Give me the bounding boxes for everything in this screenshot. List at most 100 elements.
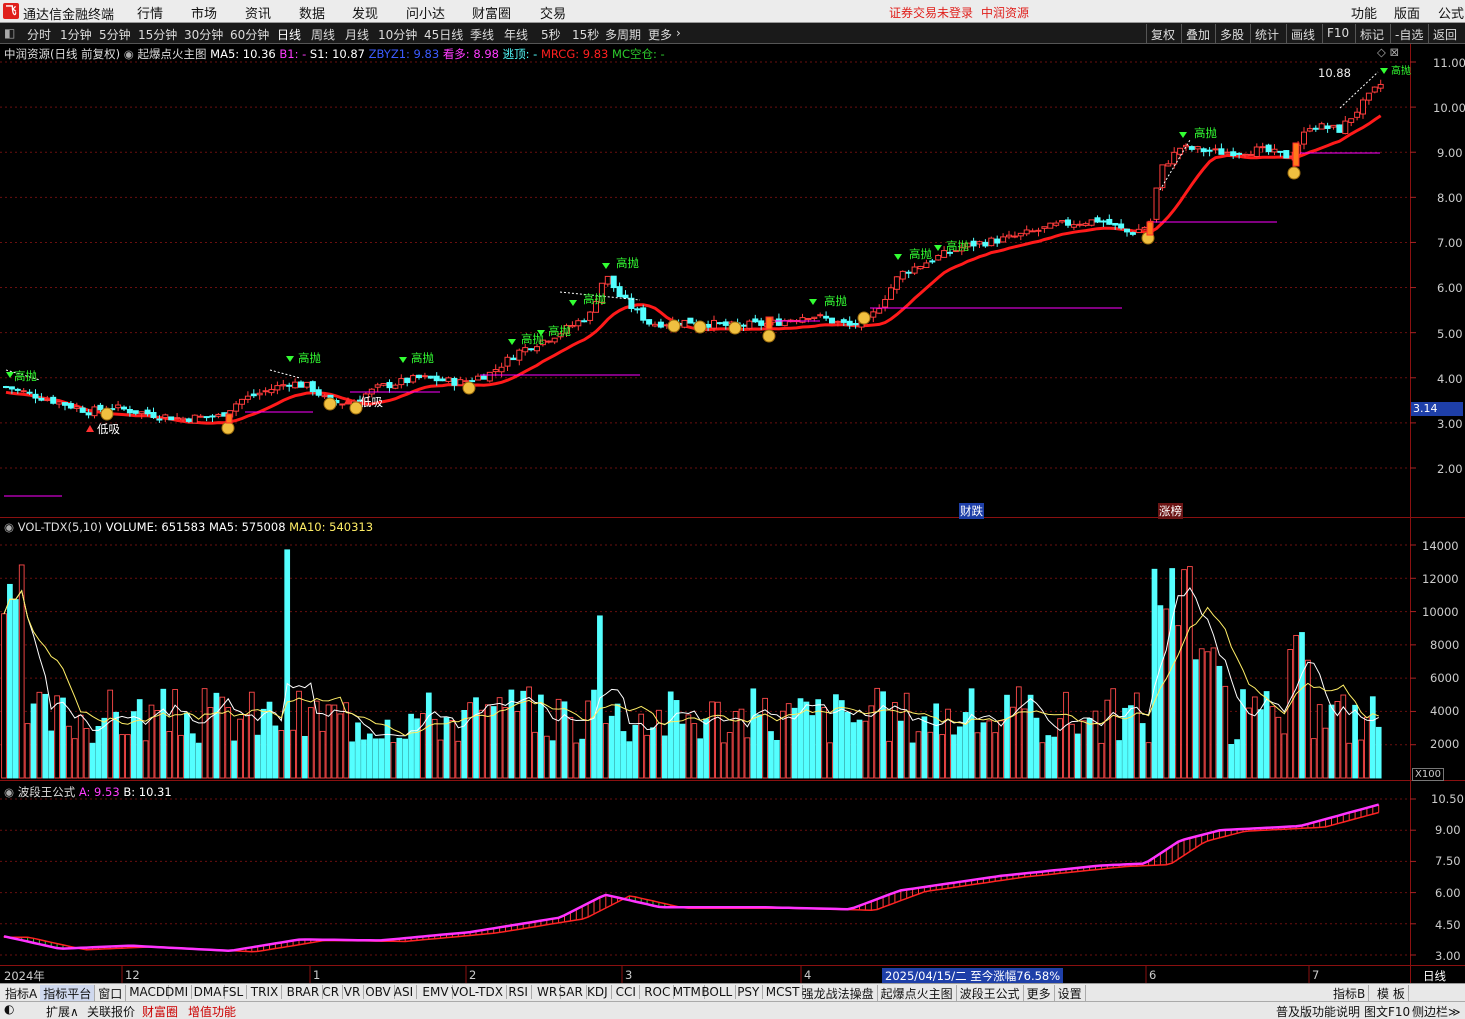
indicator-tab[interactable]: ASI: [391, 985, 418, 999]
stock-label[interactable]: 中润资源(日线 前复权): [4, 47, 120, 61]
volume-bar: [213, 692, 220, 779]
volume-bar: [1269, 706, 1276, 779]
volume-bar: [71, 738, 78, 779]
chart-canvas[interactable]: [0, 0, 1465, 983]
volume-bar: [685, 714, 692, 779]
indicator-tab[interactable]: 指标A: [2, 985, 42, 1002]
indicator-tab[interactable]: BOLL: [698, 985, 737, 999]
candle-body: [1365, 92, 1372, 101]
template-tab[interactable]: 模 板: [1374, 985, 1409, 1002]
candle-body: [174, 417, 181, 420]
indicator-tab[interactable]: CR: [319, 985, 344, 999]
candle-body: [256, 392, 263, 396]
sell-arrow-icon: [894, 254, 902, 260]
volume-bar: [443, 717, 450, 779]
volume-bar: [980, 722, 987, 779]
indicator-tab[interactable]: PSY: [734, 985, 764, 999]
related-quotes-button[interactable]: 关联报价: [87, 1003, 135, 1019]
volume-bar: [915, 731, 922, 779]
wave-tick: 9.00: [1435, 823, 1461, 837]
wave-tick: 3.00: [1435, 949, 1461, 963]
indicator-tab[interactable]: SAR: [555, 985, 587, 999]
dropdown-icon[interactable]: ◉: [124, 47, 134, 61]
indicator-tab[interactable]: TRIX: [248, 985, 283, 999]
signal-bar: [1292, 142, 1300, 167]
dropdown-icon[interactable]: ◉: [4, 520, 14, 534]
volume-bar: [272, 725, 279, 779]
candle-body: [8, 386, 15, 390]
candle-body: [1006, 234, 1012, 238]
candle-body: [197, 415, 204, 418]
candle-body: [840, 319, 847, 323]
indicator-tab[interactable]: MCST: [763, 985, 804, 999]
volume-bar: [626, 741, 633, 779]
indicator-tab[interactable]: VR: [341, 985, 365, 999]
volume-bar: [962, 712, 969, 779]
indicator-tab[interactable]: 起爆点火主图: [878, 985, 957, 1002]
indicator-tab[interactable]: 更多: [1024, 985, 1055, 1002]
buy-marker-icon: [857, 311, 871, 325]
volume-tick: 10000: [1422, 605, 1459, 619]
volume-indicator-name[interactable]: VOL-TDX(5,10): [18, 520, 102, 534]
indicator-tab[interactable]: CCI: [613, 985, 640, 999]
indicator-tab[interactable]: 波段王公式: [957, 985, 1024, 1002]
indicator-tab[interactable]: KDJ: [584, 985, 612, 999]
wave-indicator-name[interactable]: 波段王公式: [18, 785, 76, 799]
volume-bar: [1116, 740, 1122, 779]
candle-body: [191, 414, 198, 424]
panel-controls[interactable]: ◇ ⊠: [1377, 45, 1399, 59]
volume-bar: [744, 737, 751, 779]
volume-bar: [1216, 665, 1223, 779]
wealth-circle-button[interactable]: 财富圈: [142, 1003, 178, 1019]
expand-button[interactable]: 扩展∧: [46, 1003, 79, 1019]
volume-bar: [408, 713, 414, 779]
candle-body: [1070, 224, 1077, 228]
volume-bar: [189, 733, 196, 779]
volume-bar: [1275, 716, 1282, 779]
candle-body: [534, 346, 540, 352]
candle-body: [1188, 146, 1195, 150]
candle-body: [923, 262, 930, 268]
volume-bar: [254, 734, 261, 779]
candle-body: [528, 348, 535, 351]
volume-bar: [573, 742, 580, 779]
indicator-tab[interactable]: VOL-TDX: [448, 985, 507, 999]
indicator-tab[interactable]: 强龙战法操盘: [799, 985, 878, 1002]
value-added-button[interactable]: 增值功能: [188, 1003, 236, 1019]
price-tick: 2.00: [1437, 462, 1463, 476]
event-tag[interactable]: 财跌: [959, 503, 984, 519]
dropdown-icon[interactable]: ◉: [4, 785, 14, 799]
template-tab[interactable]: 指标B: [1330, 985, 1370, 1002]
candle-body: [1265, 144, 1272, 153]
candle-body: [622, 294, 629, 299]
indicator-tab[interactable]: 设置: [1055, 985, 1086, 1002]
price-tick: 11.00: [1433, 56, 1465, 70]
main-formula-name[interactable]: 起爆点火主图: [138, 47, 207, 61]
volume-bar: [42, 693, 49, 779]
volume-bar: [650, 727, 656, 779]
volume-bar: [756, 714, 763, 779]
indicator-tab[interactable]: FSL: [219, 985, 248, 999]
candle-body: [610, 275, 617, 289]
indicator-tab[interactable]: RSI: [505, 985, 532, 999]
volume-bar: [1139, 723, 1146, 779]
volume-bar: [520, 690, 527, 779]
indicator-tab[interactable]: 指标平台: [40, 985, 96, 1002]
volume-bar: [697, 738, 704, 779]
candle-body: [1312, 127, 1319, 130]
volume-bar: [184, 712, 190, 779]
event-tag[interactable]: 涨榜: [1158, 503, 1183, 519]
expand-icon[interactable]: ◐: [4, 1002, 14, 1016]
candle-body: [451, 378, 458, 386]
indicator-tab[interactable]: BRAR: [284, 985, 324, 999]
edition-info-link[interactable]: 普及版功能说明: [1276, 1003, 1360, 1019]
sidebar-toggle[interactable]: 侧边栏≫: [1412, 1003, 1461, 1019]
indicator-tab[interactable]: DMI: [162, 985, 193, 999]
f10-link[interactable]: 图文F10: [1364, 1003, 1410, 1019]
volume-bar: [998, 720, 1004, 779]
candle-body: [1065, 219, 1071, 226]
volume-bar: [1346, 742, 1353, 779]
indicator-tab[interactable]: 窗口: [95, 985, 127, 1002]
candle-body: [1141, 226, 1148, 230]
candle-body: [239, 398, 245, 405]
